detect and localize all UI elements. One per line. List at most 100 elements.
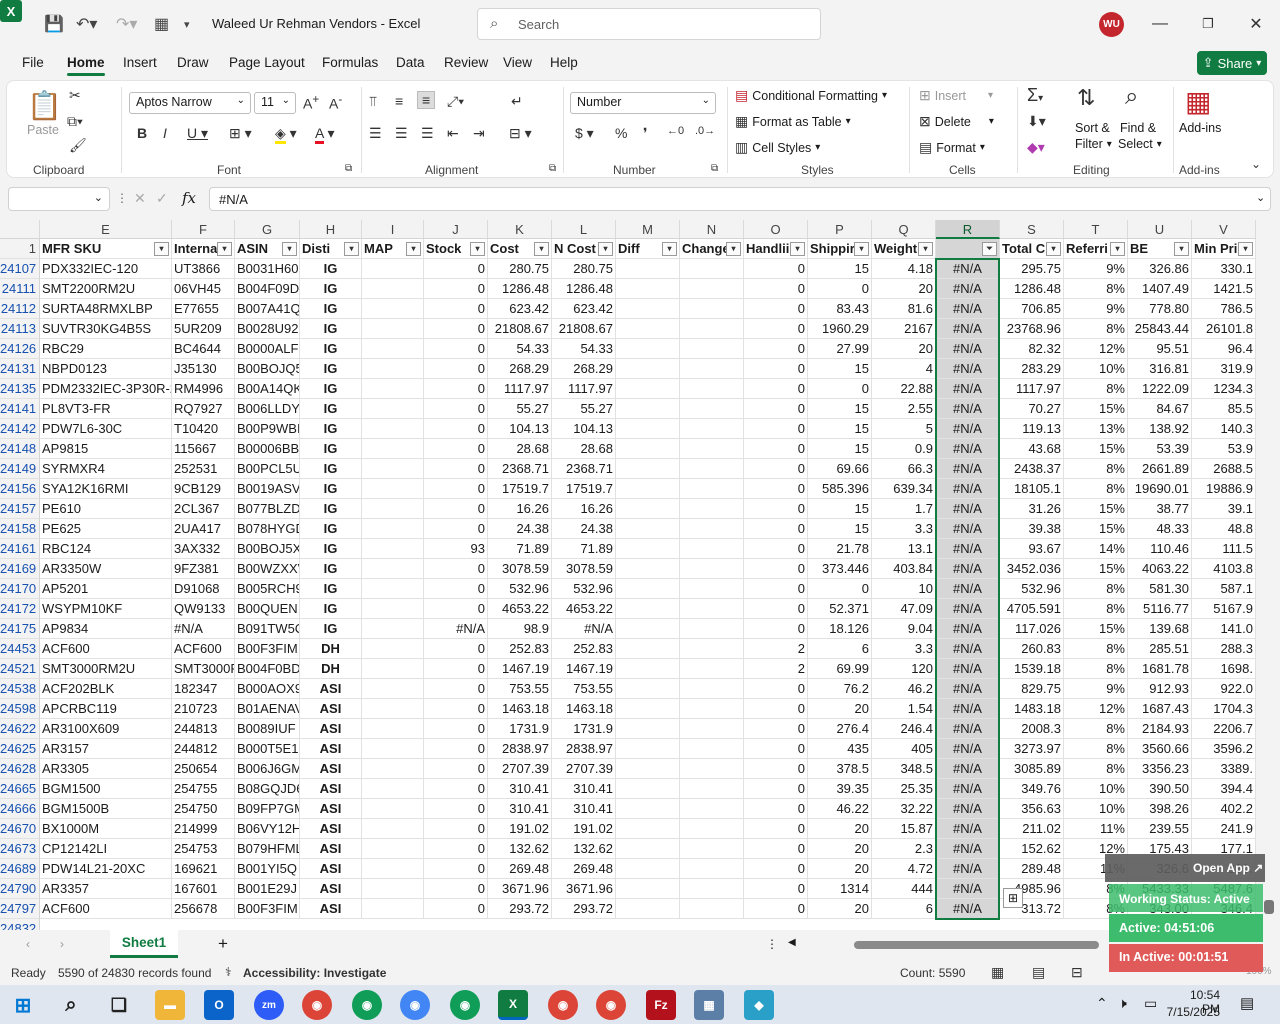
table-cell[interactable]: #N/A	[936, 539, 1000, 559]
table-cell[interactable]: 66.3	[872, 459, 936, 479]
table-cell[interactable]: 15	[808, 419, 872, 439]
vertical-scrollbar[interactable]	[1258, 220, 1280, 930]
table-cell[interactable]: 117.026	[1000, 619, 1064, 639]
column-header-V[interactable]: V	[1192, 220, 1256, 239]
page-break-view-icon[interactable]: ⊟	[1071, 964, 1083, 981]
row-header[interactable]: 24157	[0, 499, 40, 519]
table-cell[interactable]: 38.77	[1128, 499, 1192, 519]
table-cell[interactable]: PE610	[40, 499, 172, 519]
table-cell[interactable]: 6	[808, 639, 872, 659]
scroll-left-arrow-icon[interactable]: ◀	[788, 937, 796, 948]
row-header[interactable]: 24790	[0, 879, 40, 899]
decrease-decimal-icon[interactable]: .0→	[695, 125, 715, 137]
table-cell[interactable]: 0	[744, 539, 808, 559]
table-cell[interactable]: #N/A	[936, 259, 1000, 279]
table-cell[interactable]	[362, 899, 424, 919]
restore-icon[interactable]: ❐	[1196, 12, 1220, 36]
vertical-scroll-thumb[interactable]	[1264, 900, 1274, 914]
redo-icon[interactable]: ↷▾	[116, 12, 137, 36]
table-cell[interactable]: 96.4	[1192, 339, 1256, 359]
italic-icon[interactable]: I	[163, 125, 167, 141]
table-cell[interactable]: 53.39	[1128, 439, 1192, 459]
table-cell[interactable]: B00A14QK	[235, 379, 300, 399]
table-cell[interactable]	[362, 299, 424, 319]
table-cell[interactable]: #N/A	[172, 619, 235, 639]
fill-icon[interactable]: ⬇▾	[1027, 113, 1046, 130]
table-cell[interactable]: 0	[744, 819, 808, 839]
table-cell[interactable]: 0	[744, 399, 808, 419]
wrap-text-icon[interactable]: ↵	[511, 93, 523, 110]
table-cell[interactable]: 22.88	[872, 379, 936, 399]
table-cell[interactable]: 2707.39	[488, 759, 552, 779]
table-cell[interactable]: 69.99	[808, 659, 872, 679]
column-header-E[interactable]: E	[40, 220, 172, 239]
table-cell[interactable]: 23768.96	[1000, 319, 1064, 339]
row-header[interactable]: 24453	[0, 639, 40, 659]
minimize-icon[interactable]: —	[1148, 12, 1172, 36]
filter-applied-icon[interactable]: ⏷	[982, 242, 997, 256]
row-header[interactable]: 24673	[0, 839, 40, 859]
table-cell[interactable]: SURTA48RMXLBP	[40, 299, 172, 319]
table-cell[interactable]	[680, 899, 744, 919]
table-cell[interactable]: 0	[744, 679, 808, 699]
align-top-icon[interactable]: ⫪	[369, 93, 377, 110]
table-cell[interactable]: 46.2	[872, 679, 936, 699]
merge-center-icon[interactable]: ⊟ ▾	[509, 125, 532, 142]
table-cell[interactable]: B00PCL5U	[235, 459, 300, 479]
add-sheet-icon[interactable]: +	[218, 934, 228, 954]
row-header[interactable]: 24161	[0, 539, 40, 559]
table-cell[interactable]: 25.35	[872, 779, 936, 799]
table-cell[interactable]: 1463.18	[488, 699, 552, 719]
table-cell[interactable]: 623.42	[488, 299, 552, 319]
table-cell[interactable]: 8%	[1064, 659, 1128, 679]
table-cell[interactable]: WSYPM10KF	[40, 599, 172, 619]
table-cell[interactable]: 28.68	[488, 439, 552, 459]
table-cell[interactable]: 15	[808, 439, 872, 459]
table-cell[interactable]	[362, 399, 424, 419]
table-cell[interactable]: #N/A	[936, 459, 1000, 479]
table-cell[interactable]: 12%	[1064, 339, 1128, 359]
table-cell[interactable]: IG	[300, 619, 362, 639]
table-cell[interactable]: B078HYGD	[235, 519, 300, 539]
table-cell[interactable]: 8%	[1064, 719, 1128, 739]
table-cell[interactable]	[680, 599, 744, 619]
table-cell[interactable]: 4.72	[872, 859, 936, 879]
table-cell[interactable]: 4653.22	[552, 599, 616, 619]
clear-icon[interactable]: ◆▾	[1027, 139, 1045, 156]
table-cell[interactable]: 0	[744, 339, 808, 359]
table-cell[interactable]: 8%	[1064, 379, 1128, 399]
table-cell[interactable]: 0	[424, 519, 488, 539]
table-cell[interactable]: 120	[872, 659, 936, 679]
tab-insert[interactable]: Insert	[123, 55, 157, 70]
table-cell[interactable]: 293.72	[552, 899, 616, 919]
column-title[interactable]: Change ▾	[680, 239, 744, 259]
file-explorer-icon[interactable]: ▬	[155, 990, 185, 1020]
table-cell[interactable]: PDX332IEC-120	[40, 259, 172, 279]
table-cell[interactable]: B091TW5C	[235, 619, 300, 639]
filter-dropdown-icon[interactable]: ▾	[1046, 242, 1061, 256]
tab-page-layout[interactable]: Page Layout	[229, 55, 305, 70]
table-cell[interactable]: 1483.18	[1000, 699, 1064, 719]
filter-dropdown-icon[interactable]: ▾	[534, 242, 549, 256]
table-cell[interactable]: 9%	[1064, 679, 1128, 699]
align-middle-icon[interactable]: ≡	[395, 93, 403, 109]
table-cell[interactable]: 398.26	[1128, 799, 1192, 819]
table-cell[interactable]: 0	[744, 479, 808, 499]
table-cell[interactable]: 0	[424, 259, 488, 279]
tab-view[interactable]: View	[503, 55, 532, 70]
table-cell[interactable]: 53.9	[1192, 439, 1256, 459]
column-title[interactable]: ASIN ▾	[235, 239, 300, 259]
table-cell[interactable]	[362, 859, 424, 879]
table-cell[interactable]	[616, 879, 680, 899]
table-cell[interactable]: 0	[424, 419, 488, 439]
table-cell[interactable]: IG	[300, 419, 362, 439]
table-cell[interactable]: IG	[300, 259, 362, 279]
table-cell[interactable]: 55.27	[552, 399, 616, 419]
table-cell[interactable]: B079HFML	[235, 839, 300, 859]
table-cell[interactable]: 1286.48	[488, 279, 552, 299]
table-cell[interactable]: #N/A	[936, 739, 1000, 759]
chrome-profile-4-icon[interactable]: ◉	[450, 990, 480, 1020]
decrease-indent-icon[interactable]: ⇤	[447, 125, 459, 142]
table-cell[interactable]: 1117.97	[552, 379, 616, 399]
table-cell[interactable]: PL8VT3-FR	[40, 399, 172, 419]
